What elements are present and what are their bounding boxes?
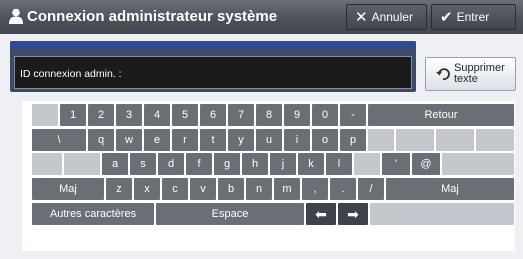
blank-key [354, 153, 380, 175]
cancel-button[interactable]: ✕ Annuler [346, 4, 427, 30]
admin-login-screen: Connexion administrateur système ✕ Annul… [0, 0, 523, 259]
key-x[interactable]: x [134, 178, 160, 200]
key-hyphen[interactable]: - [340, 104, 366, 126]
shift-right-button[interactable]: Maj [386, 178, 514, 200]
key-5[interactable]: 5 [172, 104, 198, 126]
virtual-keyboard: 1 2 3 4 5 6 7 8 9 0 - Retour \ q w e r t… [22, 101, 515, 251]
key-4[interactable]: 4 [144, 104, 170, 126]
key-s[interactable]: s [130, 153, 156, 175]
shift-left-button[interactable]: Maj [32, 178, 104, 200]
delete-text-label: Supprimer texte [454, 62, 505, 85]
user-icon [9, 8, 23, 24]
window-title: Connexion administrateur système [27, 8, 278, 25]
key-k[interactable]: k [298, 153, 324, 175]
key-n[interactable]: n [246, 178, 272, 200]
key-i[interactable]: i [284, 129, 310, 151]
checkmark-icon: ✔ [440, 8, 453, 26]
key-slash[interactable]: / [358, 178, 384, 200]
right-arrow-button[interactable]: ➡ [338, 203, 368, 225]
left-arrow-button[interactable]: ⬅ [306, 203, 336, 225]
blank-key [442, 153, 514, 175]
key-o[interactable]: o [312, 129, 338, 151]
key-p[interactable]: p [340, 129, 366, 151]
key-9[interactable]: 9 [284, 104, 310, 126]
key-q[interactable]: q [88, 129, 114, 151]
delete-text-button[interactable]: Supprimer texte [425, 57, 516, 91]
key-comma[interactable]: , [302, 178, 328, 200]
key-b[interactable]: b [218, 178, 244, 200]
blank-key [476, 129, 514, 151]
key-7[interactable]: 7 [228, 104, 254, 126]
blank-key [396, 129, 434, 151]
key-h[interactable]: h [242, 153, 268, 175]
key-backslash[interactable]: \ [32, 129, 86, 151]
key-z[interactable]: z [106, 178, 132, 200]
space-button[interactable]: Espace [156, 203, 304, 225]
undo-icon [436, 68, 450, 80]
key-d[interactable]: d [158, 153, 184, 175]
key-y[interactable]: y [228, 129, 254, 151]
input-panel-accent [10, 41, 416, 47]
key-u[interactable]: u [256, 129, 282, 151]
backspace-button[interactable]: Retour [368, 104, 514, 126]
key-c[interactable]: c [162, 178, 188, 200]
blank-key [32, 153, 62, 175]
close-icon: ✕ [355, 8, 368, 26]
key-6[interactable]: 6 [200, 104, 226, 126]
other-characters-button[interactable]: Autres caractères [32, 203, 154, 225]
key-0[interactable]: 0 [312, 104, 338, 126]
title-bar: Connexion administrateur système ✕ Annul… [0, 0, 523, 34]
key-apostrophe[interactable]: ' [382, 153, 410, 175]
key-period[interactable]: . [330, 178, 356, 200]
key-at[interactable]: @ [412, 153, 440, 175]
blank-key [370, 203, 514, 225]
key-f[interactable]: f [186, 153, 212, 175]
admin-id-label: ID connexion admin. : [20, 68, 122, 80]
key-l[interactable]: l [326, 153, 352, 175]
enter-button[interactable]: ✔ Entrer [431, 4, 516, 30]
key-g[interactable]: g [214, 153, 240, 175]
key-t[interactable]: t [200, 129, 226, 151]
key-8[interactable]: 8 [256, 104, 282, 126]
key-w[interactable]: w [116, 129, 142, 151]
key-1[interactable]: 1 [60, 104, 86, 126]
key-r[interactable]: r [172, 129, 198, 151]
key-a[interactable]: a [102, 153, 128, 175]
blank-key [436, 129, 474, 151]
key-3[interactable]: 3 [116, 104, 142, 126]
key-2[interactable]: 2 [88, 104, 114, 126]
enter-label: Entrer [456, 10, 490, 24]
cancel-label: Annuler [371, 10, 413, 24]
key-j[interactable]: j [270, 153, 296, 175]
key-v[interactable]: v [190, 178, 216, 200]
key-m[interactable]: m [274, 178, 300, 200]
blank-key [368, 129, 394, 151]
key-e[interactable]: e [144, 129, 170, 151]
blank-key [64, 153, 100, 175]
blank-key [32, 104, 58, 126]
